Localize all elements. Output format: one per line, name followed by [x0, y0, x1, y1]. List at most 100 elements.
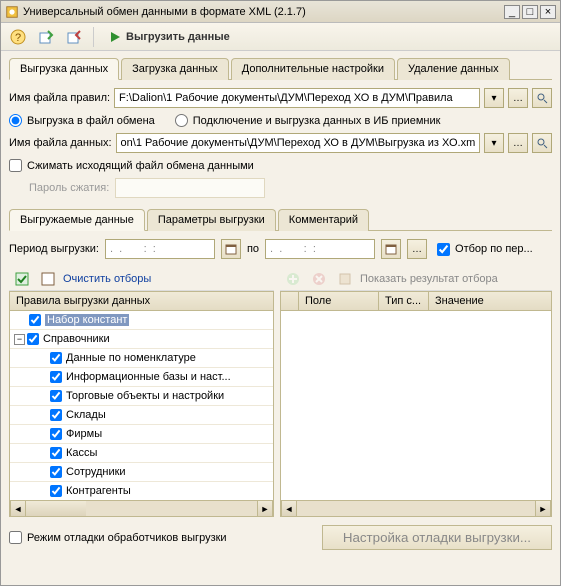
destination-radio-group: Выгрузка в файл обмена Подключение и выг… [9, 114, 552, 127]
scroll-left-icon[interactable]: ◄ [281, 501, 297, 516]
tree-row[interactable]: Фирмы [10, 425, 273, 444]
tree-label: Информационные базы и наст... [66, 371, 231, 383]
radio-export-file[interactable]: Выгрузка в файл обмена [9, 114, 155, 127]
tree-checkbox[interactable] [50, 371, 62, 383]
tree-label: Сотрудники [66, 466, 126, 478]
tree-row[interactable]: Торговые объекты и настройки [10, 387, 273, 406]
edit-row-icon [334, 268, 356, 290]
window-title: Универсальный обмен данными в формате XM… [23, 6, 502, 18]
export-button-label: Выгрузить данные [126, 31, 230, 43]
data-dropdown-button[interactable]: ▾ [484, 133, 504, 153]
uncheck-all-icon[interactable] [37, 268, 59, 290]
tree-checkbox[interactable] [29, 314, 41, 326]
magnifier-icon [536, 137, 548, 149]
tab-comment[interactable]: Комментарий [278, 209, 369, 231]
tab-import[interactable]: Загрузка данных [121, 58, 229, 80]
tree-row[interactable]: Набор констант [10, 311, 273, 330]
tree-checkbox[interactable] [50, 447, 62, 459]
rules-search-button[interactable] [532, 88, 552, 108]
tab-export-params[interactable]: Параметры выгрузки [147, 209, 276, 231]
tree-row[interactable]: Контрагенты [10, 482, 273, 501]
save-rules-icon[interactable] [63, 26, 85, 48]
scroll-left-icon[interactable]: ◄ [10, 501, 26, 516]
tree-row[interactable]: Склады [10, 406, 273, 425]
password-row: Пароль сжатия: [9, 178, 552, 198]
right-hscroll[interactable]: ◄ ► [280, 501, 552, 517]
minimize-button[interactable]: _ [504, 5, 520, 19]
titlebar: Универсальный обмен данными в формате XM… [1, 1, 560, 23]
sub-tabs: Выгружаемые данные Параметры выгрузки Ко… [9, 208, 552, 231]
tree-checkbox[interactable] [50, 390, 62, 402]
left-pane: Очистить отборы Правила выгрузки данных … [9, 267, 274, 517]
export-button[interactable]: Выгрузить данные [102, 28, 236, 46]
data-search-button[interactable] [532, 133, 552, 153]
main-tabs: Выгрузка данных Загрузка данных Дополнит… [9, 57, 552, 80]
left-toolbar: Очистить отборы [9, 267, 274, 291]
radio-export-ib[interactable]: Подключение и выгрузка данных в ИБ прием… [175, 114, 441, 127]
clear-filters-link[interactable]: Очистить отборы [63, 273, 151, 285]
tree-checkbox[interactable] [50, 352, 62, 364]
compress-row: Сжимать исходящий файл обмена данными [9, 159, 552, 172]
period-from-calendar[interactable] [221, 239, 241, 259]
rules-browse-button[interactable]: … [508, 88, 528, 108]
right-pane: Показать результат отбора Поле Тип с... … [280, 267, 552, 517]
tree-checkbox[interactable] [50, 428, 62, 440]
rules-file-input[interactable] [114, 88, 480, 108]
data-file-input[interactable] [116, 133, 480, 153]
data-file-label: Имя файла данных: [9, 137, 112, 149]
debug-mode-checkbox[interactable]: Режим отладки обработчиков выгрузки [9, 531, 227, 544]
filter-grid-header: Поле Тип с... Значение [280, 291, 552, 311]
magnifier-icon [536, 92, 548, 104]
scroll-right-icon[interactable]: ► [535, 501, 551, 516]
tree-checkbox[interactable] [27, 333, 39, 345]
play-icon [108, 30, 122, 44]
tree-checkbox[interactable] [50, 485, 62, 497]
tree-row[interactable]: Сотрудники [10, 463, 273, 482]
help-icon[interactable]: ? [7, 26, 29, 48]
maximize-button[interactable]: □ [522, 5, 538, 19]
data-browse-button[interactable]: … [508, 133, 528, 153]
data-file-row: Имя файла данных: ▾ … [9, 133, 552, 153]
compress-checkbox[interactable]: Сжимать исходящий файл обмена данными [9, 159, 254, 172]
tree-label: Склады [66, 409, 106, 421]
period-to-calendar[interactable] [381, 239, 401, 259]
scroll-right-icon[interactable]: ► [257, 501, 273, 516]
password-input[interactable] [115, 178, 265, 198]
show-result-link[interactable]: Показать результат отбора [360, 273, 498, 285]
expander-icon[interactable]: − [14, 334, 25, 345]
tree-checkbox[interactable] [50, 466, 62, 478]
left-hscroll[interactable]: ◄ ► [9, 501, 274, 517]
toolbar-separator [93, 27, 94, 47]
load-rules-icon[interactable] [35, 26, 57, 48]
filter-by-period-checkbox[interactable]: Отбор по пер... [437, 243, 533, 256]
tree-header: Правила выгрузки данных [9, 291, 274, 311]
scroll-thumb[interactable] [26, 501, 86, 516]
col-type[interactable]: Тип с... [379, 292, 429, 310]
rules-file-row: Имя файла правил: ▾ … [9, 88, 552, 108]
period-from-input[interactable] [105, 239, 215, 259]
check-all-icon[interactable] [11, 268, 33, 290]
period-to-input[interactable] [265, 239, 375, 259]
col-field[interactable]: Поле [299, 292, 379, 310]
tree-row[interactable]: −Справочники [10, 330, 273, 349]
tab-exported-data[interactable]: Выгружаемые данные [9, 209, 145, 231]
tree-label: Данные по номенклатуре [66, 352, 196, 364]
tree-checkbox[interactable] [50, 409, 62, 421]
period-picker-button[interactable]: … [407, 239, 427, 259]
period-to-label: по [247, 243, 259, 255]
tab-export[interactable]: Выгрузка данных [9, 58, 119, 80]
tab-delete[interactable]: Удаление данных [397, 58, 510, 80]
tree-row[interactable]: Информационные базы и наст... [10, 368, 273, 387]
col-value[interactable]: Значение [429, 292, 551, 310]
tree-row[interactable]: Кассы [10, 444, 273, 463]
rules-dropdown-button[interactable]: ▾ [484, 88, 504, 108]
app-icon [5, 5, 19, 19]
rules-file-label: Имя файла правил: [9, 92, 110, 104]
tab-settings[interactable]: Дополнительные настройки [231, 58, 395, 80]
debug-settings-button: Настройка отладки выгрузки... [322, 525, 552, 550]
tree-label: Набор констант [45, 314, 129, 326]
close-button[interactable]: × [540, 5, 556, 19]
filter-grid-body[interactable] [280, 311, 552, 501]
rules-tree[interactable]: Набор констант −Справочники Данные по номе… [9, 311, 274, 501]
tree-row[interactable]: Данные по номенклатуре [10, 349, 273, 368]
